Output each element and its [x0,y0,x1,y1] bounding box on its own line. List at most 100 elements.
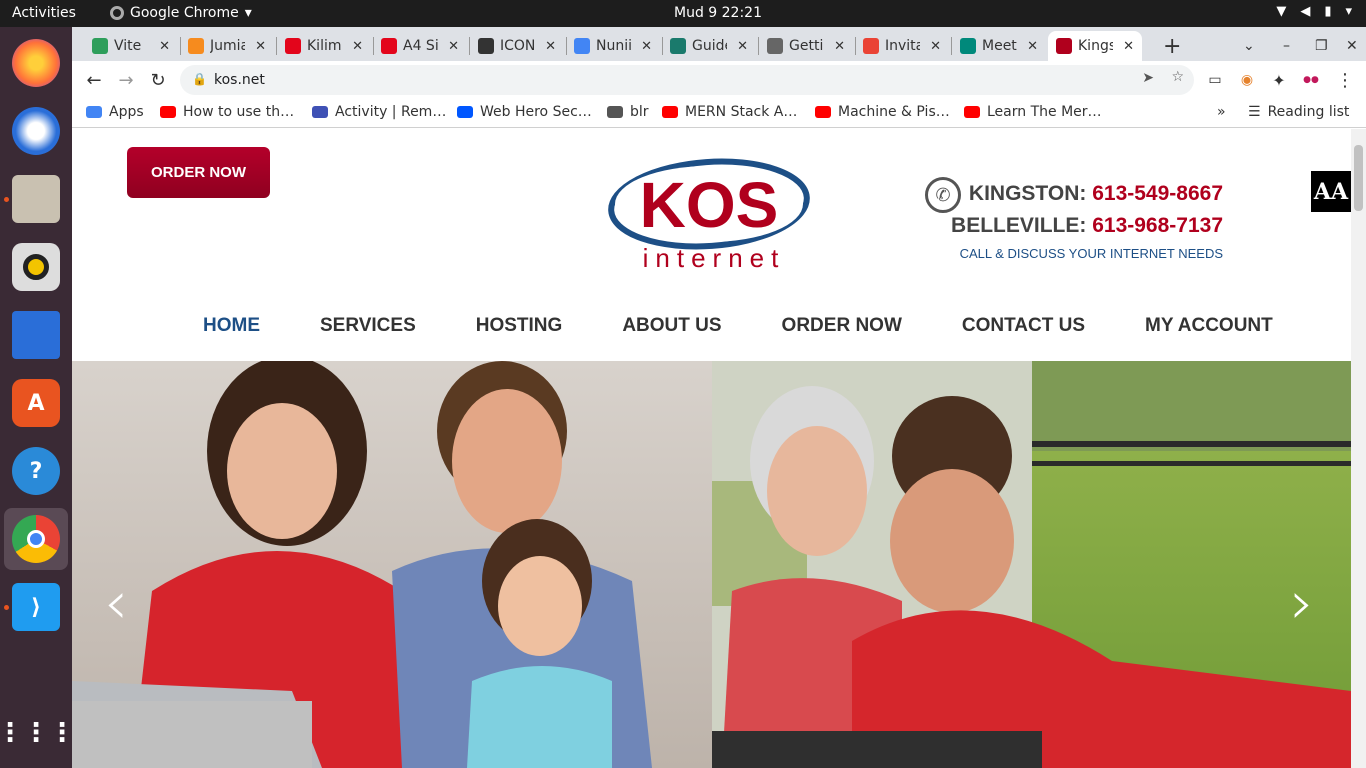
system-top-bar: Activities Google Chrome ▾ Mud 9 22:21 ▼… [0,0,1366,27]
bookmark-item[interactable]: Activity | Rem… [312,104,446,120]
tab-favicon-icon [767,38,783,54]
minimize-icon[interactable]: – [1275,31,1298,61]
bookmark-favicon-icon [964,106,980,118]
contact-block: KINGSTON: 613-549-8667 BELLEVILLE: 613-9… [951,182,1223,261]
extension-icon[interactable]: ◉ [1234,67,1260,93]
tab[interactable]: Getting ✕ [759,31,853,61]
tab-close-icon[interactable]: ✕ [352,39,363,54]
tab[interactable]: Guide ✕ [662,31,756,61]
nav-my-account[interactable]: MY ACCOUNT [1145,315,1273,337]
bookmark-item[interactable]: Apps [86,104,144,120]
running-indicator [4,605,9,610]
firefox-icon[interactable] [12,39,60,87]
tab-search-icon[interactable]: ⌄ [1235,31,1263,61]
tab-close-icon[interactable]: ✕ [159,39,170,54]
tab[interactable]: Kilimall ✕ [277,31,371,61]
rhythmbox-icon[interactable] [12,243,60,291]
reading-list[interactable]: ☰ Reading list [1248,104,1349,120]
scrollbar-thumb[interactable] [1354,145,1363,211]
tab-close-icon[interactable]: ✕ [1027,39,1038,54]
tab[interactable]: Meet ✕ [952,31,1046,61]
main-nav: HOME SERVICES HOSTING ABOUT US ORDER NOW… [203,315,1273,337]
tab[interactable]: Kingston ✕ [1048,31,1142,61]
kingston-contact: KINGSTON: 613-549-8667 [951,182,1223,206]
tab-title: Vite [114,38,142,54]
nav-services[interactable]: SERVICES [320,315,416,337]
tab[interactable]: Vite ✕ [84,31,178,61]
bookmark-favicon-icon [86,106,102,118]
page-scrollbar[interactable] [1351,129,1366,768]
nav-order-now[interactable]: ORDER NOW [782,315,902,337]
bookmark-item[interactable]: Machine & Pis… [815,104,950,120]
tab[interactable]: Jumia Ke ✕ [180,31,274,61]
reading-list-icon: ☰ [1248,104,1261,120]
nav-hosting[interactable]: HOSTING [476,315,563,337]
system-tray[interactable]: ▼ ◀ ▮ ▾ [1276,4,1352,19]
tab[interactable]: Invitation ✕ [855,31,949,61]
tab-close-icon[interactable]: ✕ [448,39,459,54]
chrome-icon[interactable] [12,515,60,563]
writer-icon[interactable] [12,311,60,359]
menu-icon[interactable]: ⋮ [1332,67,1358,93]
tab-strip: Vite✕Jumia Ke✕Kilimall✕A4 Size✕ICONS✕Nun… [72,27,1366,61]
bookmark-favicon-icon [457,106,473,118]
profile-icon[interactable]: ●● [1298,67,1324,93]
bookmark-label: Activity | Rem… [335,104,447,120]
tab[interactable]: ICONS ✕ [470,31,564,61]
files-icon[interactable] [12,175,60,223]
address-bar[interactable]: 🔒 kos.net ➤ ☆ [180,65,1194,95]
reload-icon[interactable]: ↻ [145,67,171,93]
nav-about-us[interactable]: ABOUT US [622,315,721,337]
puzzle-icon[interactable]: ✦ [1266,67,1292,93]
belleville-label: BELLEVILLE: [951,214,1087,237]
maximize-icon[interactable]: ❐ [1307,31,1336,61]
url-text: kos.net [214,72,265,88]
logo-internet-text: internet [643,243,786,273]
send-icon[interactable]: ➤ [1142,70,1154,86]
bookmark-item[interactable]: How to use th… [160,104,294,120]
bookmark-favicon-icon [312,106,328,118]
tab-close-icon[interactable]: ✕ [930,39,941,54]
tab-title: Getting [789,38,824,54]
tab-close-icon[interactable]: ✕ [255,39,266,54]
new-tab-button[interactable]: + [1155,31,1189,61]
prev-slide-arrow[interactable]: ‹ [104,573,128,633]
tab-close-icon[interactable]: ✕ [545,39,556,54]
bookmark-star-icon[interactable]: ☆ [1171,69,1184,85]
bookmark-favicon-icon [815,106,831,118]
nav-home[interactable]: HOME [203,315,260,337]
order-now-button[interactable]: ORDER NOW [127,147,270,198]
tab-close-icon[interactable]: ✕ [737,39,748,54]
close-window-icon[interactable]: ✕ [1338,31,1366,61]
back-icon[interactable]: ← [81,67,107,93]
next-slide-arrow[interactable]: › [1290,573,1314,633]
extension-icon[interactable]: ▭ [1202,67,1228,93]
tab-close-icon[interactable]: ✕ [1123,39,1134,54]
help-icon[interactable]: ? [12,447,60,495]
nav-contact-us[interactable]: CONTACT US [962,315,1085,337]
bookmark-item[interactable]: Learn The Mer… [964,104,1102,120]
accessibility-toggle[interactable]: AA [1311,171,1351,212]
more-bookmarks-icon[interactable]: » [1217,104,1226,120]
bookmark-item[interactable]: Web Hero Sec… [457,104,592,120]
tab-close-icon[interactable]: ✕ [834,39,845,54]
kos-logo[interactable]: KOS internet [607,149,812,274]
tab[interactable]: Nuniix ✕ [566,31,660,61]
call-note: CALL & DISCUSS YOUR INTERNET NEEDS [959,246,1223,261]
tab-title: Guide [692,38,727,54]
hero-slider: ‹ › [72,361,1351,768]
tab-title: A4 Size [403,38,439,54]
tab-favicon-icon [381,38,397,54]
vscode-icon[interactable]: ⟩ [12,583,60,631]
show-apps-icon[interactable]: ⋮⋮⋮ [0,709,75,757]
kingston-phone-link[interactable]: 613-549-8667 [1092,182,1223,205]
clock[interactable]: Mud 9 22:21 [0,5,1366,21]
belleville-phone-link[interactable]: 613-968-7137 [1092,214,1223,237]
forward-icon[interactable]: → [113,67,139,93]
thunderbird-icon[interactable] [12,107,60,155]
app-center-icon[interactable]: A [12,379,60,427]
bookmark-item[interactable]: MERN Stack A… [662,104,797,120]
tab-close-icon[interactable]: ✕ [641,39,652,54]
bookmark-item[interactable]: blr [607,104,649,120]
tab[interactable]: A4 Size ✕ [373,31,467,61]
